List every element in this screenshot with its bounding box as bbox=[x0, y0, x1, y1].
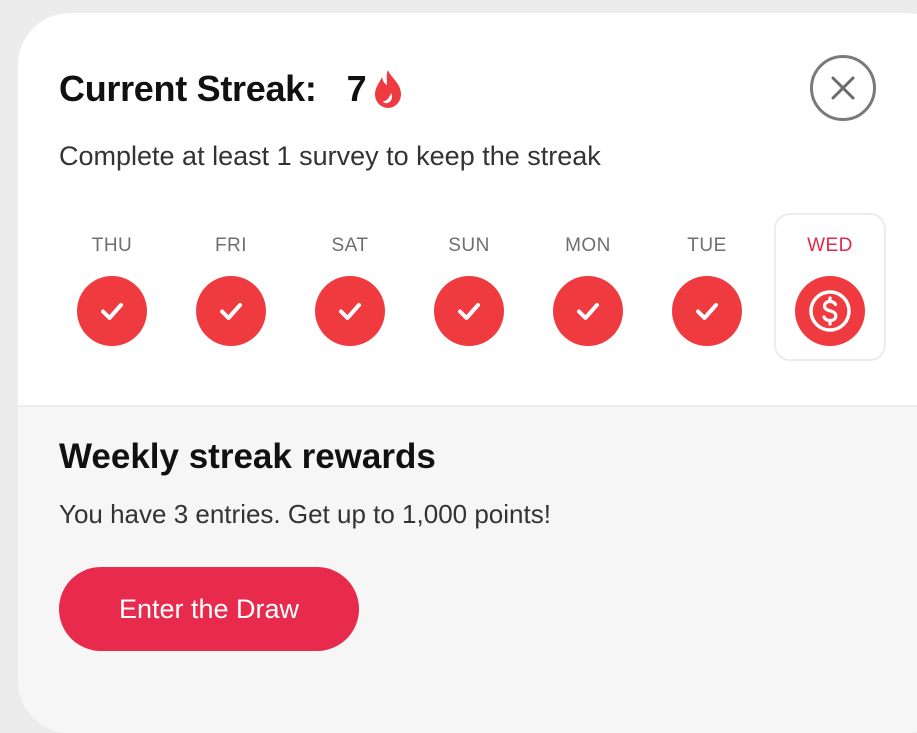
close-button[interactable] bbox=[810, 55, 876, 121]
streak-count: 7 bbox=[346, 68, 367, 109]
day-label: TUE bbox=[687, 235, 727, 256]
flame-icon bbox=[374, 70, 401, 108]
rewards-title: Weekly streak rewards bbox=[59, 437, 436, 476]
check-icon bbox=[577, 303, 599, 320]
day-sun: SUN bbox=[413, 213, 525, 361]
check-icon bbox=[339, 303, 361, 320]
day-wed-today[interactable]: WED bbox=[774, 213, 886, 361]
enter-draw-button[interactable]: Enter the Draw bbox=[59, 567, 359, 651]
day-label: FRI bbox=[214, 235, 248, 256]
day-status-completed bbox=[672, 276, 742, 346]
day-label: SUN bbox=[448, 235, 490, 256]
day-status-completed bbox=[196, 276, 266, 346]
streak-card: Current Streak: 7 Complete at least 1 su… bbox=[18, 13, 917, 733]
day-label: WED bbox=[807, 235, 853, 256]
check-icon bbox=[220, 303, 242, 320]
day-label: THU bbox=[91, 235, 133, 256]
day-status-completed bbox=[553, 276, 623, 346]
day-tue: TUE bbox=[651, 213, 763, 361]
day-sat: SAT bbox=[294, 213, 406, 361]
day-mon: MON bbox=[532, 213, 644, 361]
day-thu: THU bbox=[56, 213, 168, 361]
day-status-completed bbox=[315, 276, 385, 346]
streak-subtitle: Complete at least 1 survey to keep the s… bbox=[59, 141, 601, 171]
check-icon bbox=[101, 303, 123, 320]
rewards-subtitle: You have 3 entries. Get up to 1,000 poin… bbox=[59, 499, 551, 529]
day-status-today bbox=[795, 276, 865, 346]
day-fri: FRI bbox=[175, 213, 287, 361]
close-icon bbox=[831, 76, 855, 100]
check-icon bbox=[458, 303, 480, 320]
day-label: MON bbox=[565, 235, 611, 256]
day-label: SAT bbox=[331, 235, 369, 256]
day-status-completed bbox=[434, 276, 504, 346]
rewards-section: Weekly streak rewards You have 3 entries… bbox=[18, 405, 917, 733]
check-icon bbox=[696, 303, 718, 320]
streak-title: Current Streak: bbox=[59, 68, 317, 109]
streak-header: Current Streak: 7 bbox=[59, 65, 403, 113]
dollar-coin-icon bbox=[809, 290, 851, 332]
day-status-completed bbox=[77, 276, 147, 346]
